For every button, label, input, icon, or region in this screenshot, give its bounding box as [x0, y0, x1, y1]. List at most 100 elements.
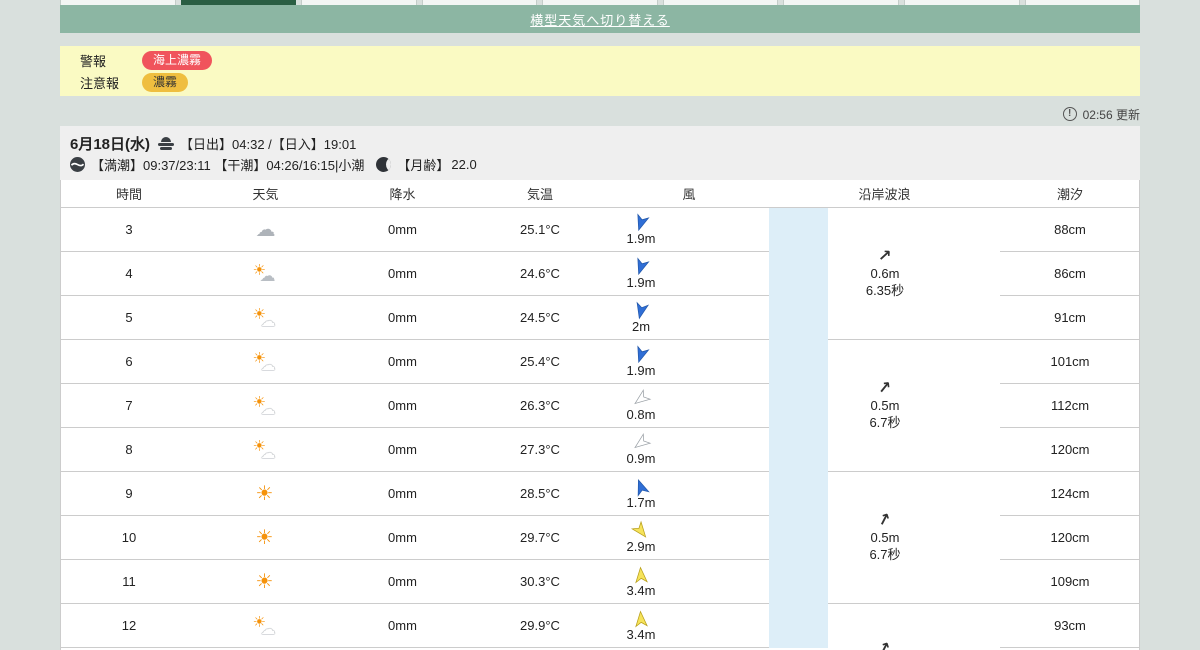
wave-direction-arrow-icon: ↗ [877, 247, 893, 265]
wave-height: 0.5m [870, 397, 900, 413]
precip-cell: 0mm [334, 252, 471, 296]
col-header-wave: 沿岸波浪 [769, 180, 1000, 208]
wave-direction-arrow-icon: ↗ [875, 509, 894, 531]
time-cell: 9 [61, 472, 197, 516]
col-header-weather: 天気 [197, 180, 334, 208]
date-label: 6月18日(水) [70, 136, 151, 153]
sun-small-cloud-icon: ☀ ☁ [252, 305, 276, 330]
wave-group-cell: ↗ [828, 604, 1000, 650]
temp-cell: 29.9°C [471, 604, 609, 648]
temp-cell: 25.1°C [471, 208, 609, 252]
wind-cell: 1.9m [609, 340, 769, 384]
wind-cell: 2m [609, 296, 769, 340]
weather-cell: ☀ ☁ [197, 604, 334, 648]
col-header-wind: 風 [609, 180, 769, 208]
time-cell: 4 [61, 252, 197, 296]
precip-cell: 0mm [334, 604, 471, 648]
col-header-temp: 気温 [471, 180, 609, 208]
wind-speed: 1.9m [626, 362, 656, 378]
advisory-label: 注意報 [80, 75, 120, 91]
moon-age-value: 22.0 [451, 157, 477, 172]
weather-cell: ☀ ☁ [197, 252, 334, 296]
weather-cell: ☀ ☁ [197, 384, 334, 428]
warning-row: 警報 海上濃霧 [80, 50, 1120, 70]
weather-cell: ☀ ☁ [197, 428, 334, 472]
temp-cell: 24.5°C [471, 296, 609, 340]
wave-graph-strip [769, 208, 828, 648]
temp-cell: 26.3°C [471, 384, 609, 428]
time-cell: 5 [61, 296, 197, 340]
tide-cell: 101cm [1000, 340, 1139, 384]
wind-cell: 1.7m [609, 472, 769, 516]
update-time: 02:56 更新 [1082, 107, 1140, 122]
sunny-icon: ☀ [255, 482, 274, 505]
temp-cell: 30.3°C [471, 560, 609, 604]
precip-cell: 0mm [334, 516, 471, 560]
wind-speed: 3.4m [626, 582, 656, 598]
wind-speed: 1.9m [626, 230, 656, 246]
date-header: 6月18日(水) 【日出】04:32 /【日入】19:01 【満潮】09:37/… [60, 126, 1140, 180]
wind-direction-arrow-icon [635, 565, 648, 584]
switch-to-horizontal-link[interactable]: 横型天気へ切り替える [530, 10, 670, 29]
wind-speed: 1.7m [626, 494, 656, 510]
temp-cell: 24.6°C [471, 252, 609, 296]
precip-cell: 0mm [334, 428, 471, 472]
wave-direction-arrow-icon: ↗ [877, 378, 893, 398]
time-cell: 6 [61, 340, 197, 384]
tide-cell: 88cm [1000, 208, 1139, 252]
wave-group-cell: ↗ 0.5m 6.7秒 [828, 472, 1000, 604]
view-switch-banner: 横型天気へ切り替える [60, 5, 1140, 33]
weather-cell: ☀ [197, 560, 334, 604]
advisory-badge[interactable]: 濃霧 [142, 72, 189, 92]
time-cell: 12 [61, 604, 197, 648]
precip-cell: 0mm [334, 384, 471, 428]
warning-badge[interactable]: 海上濃霧 [142, 50, 213, 70]
wind-speed: 3.4m [626, 626, 656, 642]
tide-times: 【満潮】09:37/23:11 【干潮】04:26/16:15|小潮 [91, 158, 365, 173]
wave-height: 0.6m [870, 265, 900, 281]
wind-direction-arrow-icon [635, 609, 648, 628]
precip-cell: 0mm [334, 472, 471, 516]
moon-icon [376, 157, 392, 172]
sun-small-cloud-icon: ☀ ☁ [252, 437, 276, 462]
wave-height: 0.5m [870, 529, 900, 545]
info-circle-icon: ! [1062, 107, 1077, 121]
wave-group-cell: ↗ 0.5m 6.7秒 [828, 340, 1000, 472]
sunny-icon: ☀ [255, 526, 274, 549]
sun-small-cloud-icon: ☀ ☁ [252, 613, 276, 638]
sunrise-icon [158, 137, 175, 150]
time-cell: 3 [61, 208, 197, 252]
weather-cell: ☁ [197, 208, 334, 252]
weather-cell: ☀ ☁ [197, 340, 334, 384]
time-cell: 10 [61, 516, 197, 560]
col-header-precip: 降水 [334, 180, 471, 208]
precip-cell: 0mm [334, 560, 471, 604]
wind-speed: 1.9m [626, 274, 656, 290]
sun-times: 【日出】04:32 /【日入】19:01 [180, 137, 357, 152]
moon-age-label: 【月齢】 [397, 158, 450, 173]
tide-cell: 109cm [1000, 560, 1139, 604]
weather-cell: ☀ ☁ [197, 296, 334, 340]
wind-cell: 3.4m [609, 560, 769, 604]
precip-cell: 0mm [334, 340, 471, 384]
sun-behind-cloud-icon: ☀ ☁ [252, 261, 276, 285]
wave-direction-arrow-icon: ↗ [875, 639, 894, 650]
hourly-weather-table: 時間 天気 降水 気温 風 沿岸波浪 潮汐 3 ☁ 0mm 25.1°C 1.9m 88c… [60, 180, 1140, 650]
temp-cell: 27.3°C [471, 428, 609, 472]
warning-label: 警報 [80, 53, 107, 69]
col-header-time: 時間 [61, 180, 197, 208]
update-status: ! 02:56 更新 [60, 105, 1140, 123]
time-cell: 7 [61, 384, 197, 428]
sunny-icon: ☀ [255, 570, 274, 593]
cloudy-icon: ☁ [255, 218, 276, 241]
tide-cell: 120cm [1000, 428, 1139, 472]
wave-period: 6.7秒 [869, 546, 901, 562]
weather-cell: ☀ [197, 516, 334, 560]
wind-cell: 3.4m [609, 604, 769, 648]
wind-cell: 1.9m [609, 252, 769, 296]
wind-cell: 2.9m [609, 516, 769, 560]
wind-cell: 1.9m [609, 208, 769, 252]
precip-cell: 0mm [334, 208, 471, 252]
col-header-tide: 潮汐 [1000, 180, 1139, 208]
tide-cell: 120cm [1000, 516, 1139, 560]
